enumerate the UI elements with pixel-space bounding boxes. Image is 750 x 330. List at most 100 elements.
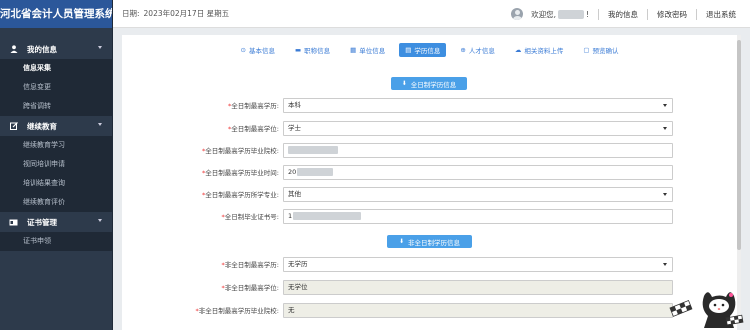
sidebar-item-info-collect[interactable]: 信息采集 — [0, 59, 112, 78]
sidebar-group-education[interactable]: 继续教育 — [0, 116, 112, 136]
section-label: 全日制学历信息 — [410, 80, 457, 89]
parttime-degree-field: 无学位 — [283, 280, 673, 295]
field-value: 无 — [288, 306, 295, 314]
tab-basic-info[interactable]: ⊙ 基本信息 — [234, 43, 280, 57]
book-icon: ▤ — [405, 46, 412, 54]
blurred-value — [288, 146, 338, 154]
tab-label: 人才信息 — [468, 47, 495, 55]
field-label: *全日制最高学位: — [228, 125, 279, 133]
select-value: 学士 — [288, 124, 301, 132]
my-info-link[interactable]: 我的信息 — [608, 9, 638, 20]
blurred-value — [297, 168, 334, 176]
form-row: *非全日制最高学位: 无学位 — [122, 280, 737, 296]
tab-unit-info[interactable]: ▦ 单位信息 — [344, 43, 391, 57]
sidebar-item-edu-evaluation[interactable]: 继续教育评价 — [0, 193, 112, 212]
sidebar-item-training-result[interactable]: 培训结果查询 — [0, 174, 112, 193]
date-display: 日期: 2023年02月17日 星期五 — [122, 8, 233, 19]
input-value: 20 — [288, 168, 297, 176]
form-row: *全日制最高学位: 学士 — [122, 121, 737, 137]
username-blurred — [557, 9, 584, 19]
avatar[interactable] — [511, 8, 524, 20]
tab-label: 相关资料上传 — [524, 47, 564, 55]
fulltime-degree-select[interactable]: 学士 — [283, 121, 673, 136]
form-row: *全日制毕业证书号: 1 — [122, 209, 737, 225]
chevron-down-icon — [98, 46, 102, 49]
fulltime-education-select[interactable]: 本科 — [283, 98, 673, 113]
dropdown-arrow-icon — [663, 263, 667, 266]
sidebar-item-edu-study[interactable]: 继续教育学习 — [0, 136, 112, 155]
card-icon: ▬ — [294, 46, 302, 54]
tab-label: 单位信息 — [359, 47, 386, 55]
edit-icon — [9, 122, 18, 131]
chevron-down-icon — [98, 123, 102, 126]
select-value: 本科 — [288, 101, 301, 109]
app-title: 河北省会计人员管理系统 — [0, 0, 112, 28]
select-value: 无学历 — [288, 260, 308, 268]
mascot-decoration-icon — [669, 292, 744, 328]
logout-link[interactable]: 退出系统 — [706, 9, 736, 20]
tab-preview[interactable]: ▢ 预览确认 — [577, 43, 624, 57]
form-row: *非全日制最高学历毕业院校: 无 — [122, 303, 737, 319]
select-value: 其他 — [288, 190, 301, 198]
chevron-down-icon — [98, 219, 102, 222]
fulltime-school-input[interactable] — [283, 143, 673, 158]
section-label: 非全日制学历信息 — [408, 238, 461, 247]
tab-title-info[interactable]: ▬ 职称信息 — [289, 43, 336, 57]
main-panel: ⊙ 基本信息 ▬ 职称信息 ▦ 单位信息 ▤ 学历信息 ⊕ 人才信息 ☁ 相关资料上传 ▢ 预… — [122, 35, 737, 330]
person-icon: ⊕ — [460, 46, 466, 54]
date-value: 2023年02月17日 星期五 — [143, 9, 230, 18]
document-icon: ▢ — [583, 46, 590, 54]
sidebar: 河北省会计人员管理系统 我的信息 信息采集 信息变更 跨省调转 继续教育 继续教… — [0, 0, 113, 330]
parttime-school-field: 无 — [283, 303, 673, 318]
welcome-label: 欢迎您, — [531, 9, 556, 19]
dropdown-arrow-icon — [663, 127, 667, 130]
parttime-education-select[interactable]: 无学历 — [283, 257, 673, 272]
field-label: *非全日制最高学历: — [221, 261, 279, 269]
fulltime-graduation-date-input[interactable]: 20 — [283, 165, 673, 180]
tab-talent-info[interactable]: ⊕ 人才信息 — [454, 43, 500, 57]
fulltime-major-select[interactable]: 其他 — [283, 187, 673, 202]
field-label: *非全日制最高学位: — [221, 284, 279, 292]
parttime-section-button[interactable]: ⬇ 非全日制学历信息 — [387, 235, 472, 248]
form-row: *全日制最高学历所学专业: 其他 — [122, 187, 737, 203]
change-password-link[interactable]: 修改密码 — [657, 9, 687, 20]
form-row: *全日制最高学历毕业院校: — [122, 143, 737, 159]
user-icon — [9, 45, 18, 54]
scrollbar-thumb[interactable] — [737, 40, 741, 250]
step-tabs: ⊙ 基本信息 ▬ 职称信息 ▦ 单位信息 ▤ 学历信息 ⊕ 人才信息 ☁ 相关资料上传 ▢ 预… — [122, 43, 737, 57]
field-label: *全日制毕业证书号: — [221, 213, 279, 221]
tab-label: 基本信息 — [248, 47, 275, 55]
cloud-upload-icon: ☁ — [514, 46, 522, 54]
sidebar-group-certificate[interactable]: 证书管理 — [0, 212, 112, 232]
form-row: *非全日制最高学历: 无学历 — [122, 257, 737, 273]
field-label: *全日制最高学历毕业时间: — [202, 169, 279, 177]
field-label: *全日制最高学历所学专业: — [202, 191, 279, 199]
arrow-down-icon: ⬇ — [401, 80, 407, 87]
sidebar-group-label: 证书管理 — [27, 217, 57, 227]
welcome-suffix: ! — [585, 9, 589, 19]
sidebar-item-cert-apply[interactable]: 证书申领 — [0, 232, 112, 251]
tab-education-info[interactable]: ▤ 学历信息 — [399, 43, 447, 57]
input-value: 1 — [288, 212, 293, 220]
arrow-down-icon: ⬇ — [398, 238, 405, 245]
fulltime-section-button[interactable]: ⬇ 全日制学历信息 — [391, 77, 467, 90]
fulltime-certificate-input[interactable]: 1 — [283, 209, 673, 224]
sidebar-item-transfer[interactable]: 跨省调转 — [0, 97, 112, 116]
divider — [647, 8, 648, 20]
tab-upload[interactable]: ☁ 相关资料上传 — [509, 43, 570, 57]
field-value: 无学位 — [288, 283, 308, 291]
divider — [598, 8, 599, 20]
field-label: *非全日制最高学历毕业院校: — [195, 307, 279, 315]
tab-label: 学历信息 — [414, 47, 441, 55]
id-card-icon — [9, 218, 18, 227]
divider — [696, 8, 697, 20]
field-label: *全日制最高学历: — [228, 102, 279, 110]
sidebar-group-my-info[interactable]: 我的信息 — [0, 39, 112, 59]
info-icon: ⊙ — [240, 46, 246, 54]
sidebar-item-training-apply[interactable]: 视同培训申请 — [0, 155, 112, 174]
blurred-value — [293, 212, 362, 220]
date-label: 日期: — [122, 9, 140, 18]
sidebar-group-label: 我的信息 — [27, 44, 57, 54]
sidebar-group-label: 继续教育 — [27, 121, 57, 131]
sidebar-item-info-change[interactable]: 信息变更 — [0, 78, 112, 97]
